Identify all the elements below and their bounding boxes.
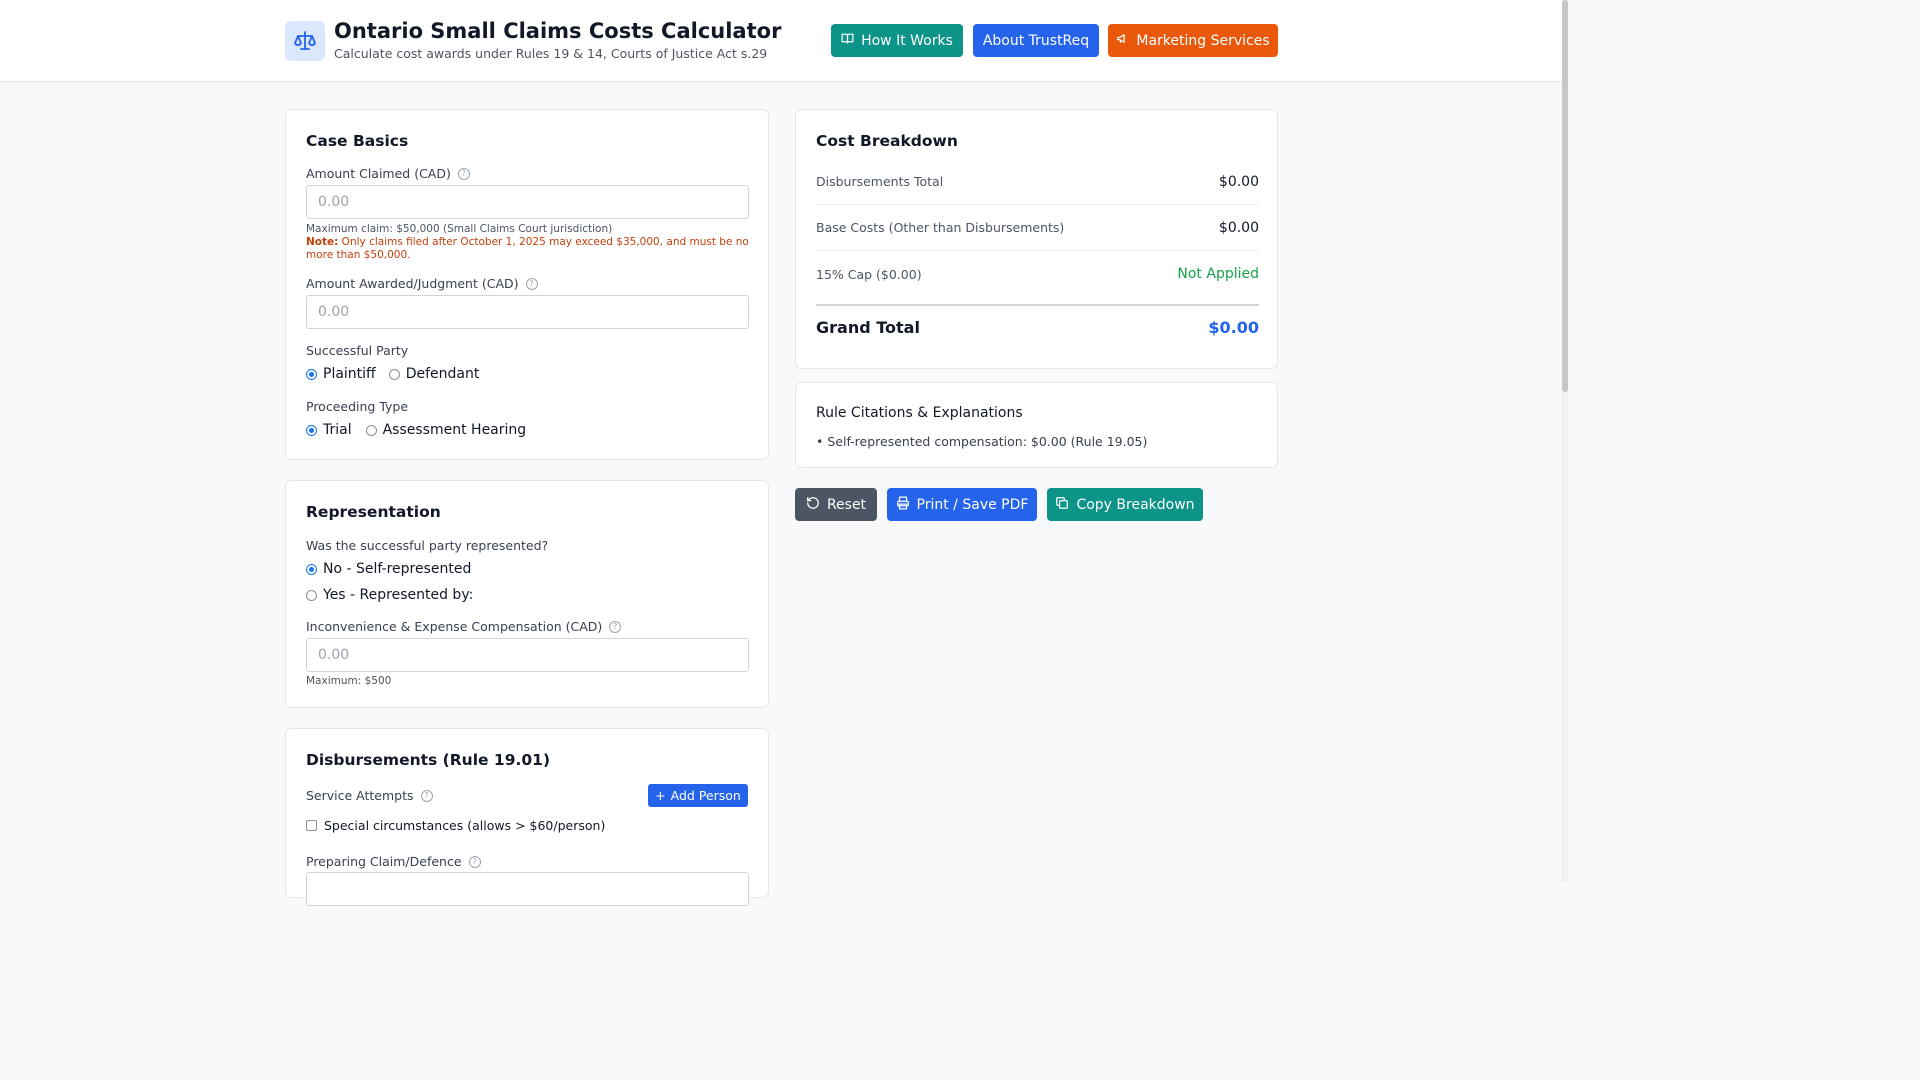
print-button[interactable]: Print / Save PDF bbox=[887, 488, 1037, 521]
about-label: About TrustReq bbox=[982, 32, 1090, 49]
preparing-claim-input[interactable] bbox=[306, 872, 749, 906]
grand-total-row: Grand Total $0.00 bbox=[816, 304, 1259, 337]
app-title: Ontario Small Claims Costs Calculator bbox=[334, 19, 782, 43]
plus-icon: + bbox=[655, 788, 666, 803]
about-button[interactable]: About TrustReq bbox=[973, 24, 1099, 57]
how-it-works-button[interactable]: How It Works bbox=[831, 24, 963, 57]
help-icon[interactable]: ? bbox=[468, 855, 481, 868]
defendant-label[interactable]: Defendant bbox=[406, 366, 480, 382]
disbursements-card: Disbursements (Rule 19.01) Service Attem… bbox=[285, 728, 769, 906]
radio-plaintiff[interactable] bbox=[306, 368, 317, 380]
disbursements-title: Disbursements (Rule 19.01) bbox=[306, 751, 551, 769]
add-person-button[interactable]: + Add Person bbox=[648, 784, 748, 807]
amount-awarded-label-text: Amount Awarded/Judgment (CAD) bbox=[306, 276, 519, 291]
reset-button[interactable]: Reset bbox=[795, 488, 877, 521]
help-icon[interactable]: ? bbox=[525, 277, 538, 290]
case-basics-title: Case Basics bbox=[306, 132, 409, 150]
trial-label[interactable]: Trial bbox=[323, 422, 352, 438]
citations-title: Rule Citations & Explanations bbox=[816, 405, 1023, 421]
breakdown-row-value: $0.00 bbox=[1218, 173, 1259, 190]
special-circumstances-option[interactable]: Special circumstances (allows > $60/pers… bbox=[306, 818, 605, 833]
reset-icon bbox=[806, 496, 820, 514]
breakdown-row: Disbursements Total $0.00 bbox=[816, 159, 1259, 205]
compensation-label-text: Inconvenience & Expense Compensation (CA… bbox=[306, 619, 603, 634]
radio-represented[interactable] bbox=[306, 589, 317, 601]
help-icon[interactable]: ? bbox=[609, 620, 622, 633]
cost-breakdown-card: Cost Breakdown Disbursements Total $0.00… bbox=[795, 109, 1278, 369]
amount-claimed-label: Amount Claimed (CAD) ? bbox=[306, 166, 470, 181]
special-circumstances-label[interactable]: Special circumstances (allows > $60/pers… bbox=[324, 818, 605, 833]
case-basics-card: Case Basics Amount Claimed (CAD) ? Maxim… bbox=[285, 109, 769, 460]
plaintiff-label[interactable]: Plaintiff bbox=[323, 366, 376, 382]
copy-icon bbox=[1055, 496, 1069, 514]
represented-question: Was the successful party represented? bbox=[306, 538, 549, 553]
breakdown-row-value: $0.00 bbox=[1218, 219, 1259, 236]
add-person-label: Add Person bbox=[670, 788, 741, 803]
compensation-label: Inconvenience & Expense Compensation (CA… bbox=[306, 619, 622, 634]
successful-party-label: Successful Party bbox=[306, 343, 409, 358]
breakdown-row-label: Disbursements Total bbox=[816, 174, 944, 189]
claim-note-text: Only claims filed after October 1, 2025 … bbox=[306, 236, 749, 261]
app-subtitle: Calculate cost awards under Rules 19 & 1… bbox=[334, 46, 768, 61]
cap-status-value: Not Applied bbox=[1177, 266, 1259, 282]
special-circumstances-checkbox[interactable] bbox=[306, 820, 317, 831]
marketing-services-label: Marketing Services bbox=[1136, 32, 1270, 49]
copy-breakdown-button[interactable]: Copy Breakdown bbox=[1047, 488, 1203, 521]
citation-item: • Self-represented compensation: $0.00 (… bbox=[816, 434, 1148, 449]
successful-party-group: Plaintiff Defendant bbox=[306, 366, 479, 382]
amount-claimed-input[interactable] bbox=[306, 185, 749, 219]
book-icon bbox=[841, 32, 854, 49]
amount-awarded-input[interactable] bbox=[306, 295, 749, 329]
cost-breakdown-title: Cost Breakdown bbox=[816, 132, 958, 150]
reset-label: Reset bbox=[826, 496, 867, 513]
citations-card: Rule Citations & Explanations • Self-rep… bbox=[795, 382, 1278, 468]
amount-claimed-label-text: Amount Claimed (CAD) bbox=[306, 166, 451, 181]
help-icon[interactable]: ? bbox=[420, 789, 433, 802]
amount-awarded-label: Amount Awarded/Judgment (CAD) ? bbox=[306, 276, 538, 291]
radio-trial[interactable] bbox=[306, 424, 317, 436]
breakdown-row-label: Base Costs (Other than Disbursements) bbox=[816, 220, 1065, 235]
claim-note: Note: Only claims filed after October 1,… bbox=[306, 236, 756, 262]
grand-total-value: $0.00 bbox=[1208, 318, 1259, 337]
print-label: Print / Save PDF bbox=[916, 496, 1029, 513]
represented-no-option[interactable]: No - Self-represented bbox=[306, 561, 471, 577]
breakdown-row: Base Costs (Other than Disbursements) $0… bbox=[816, 205, 1259, 251]
megaphone-icon bbox=[1116, 32, 1129, 49]
copy-breakdown-label: Copy Breakdown bbox=[1076, 496, 1195, 513]
self-represented-label[interactable]: No - Self-represented bbox=[323, 561, 471, 577]
proceeding-type-group: Trial Assessment Hearing bbox=[306, 422, 526, 438]
representation-card: Representation Was the successful party … bbox=[285, 480, 769, 708]
compensation-hint: Maximum: $500 bbox=[306, 675, 392, 687]
grand-total-label: Grand Total bbox=[816, 318, 920, 337]
claim-note-prefix: Note: bbox=[306, 236, 339, 248]
marketing-services-button[interactable]: Marketing Services bbox=[1108, 24, 1278, 57]
represented-label[interactable]: Yes - Represented by: bbox=[323, 587, 473, 603]
how-it-works-label: How It Works bbox=[861, 32, 953, 49]
service-attempts-label-text: Service Attempts bbox=[306, 788, 414, 803]
radio-assessment-hearing[interactable] bbox=[365, 424, 377, 436]
proceeding-type-label: Proceeding Type bbox=[306, 399, 409, 414]
preparing-claim-label: Preparing Claim/Defence ? bbox=[306, 854, 481, 869]
represented-yes-option[interactable]: Yes - Represented by: bbox=[306, 587, 473, 603]
preparing-claim-label-text: Preparing Claim/Defence bbox=[306, 854, 462, 869]
page-scrollbar[interactable] bbox=[1562, 0, 1568, 882]
breakdown-row-label: 15% Cap ($0.00) bbox=[816, 266, 922, 282]
app-header: Ontario Small Claims Costs Calculator Ca… bbox=[0, 0, 1562, 82]
breakdown-row: 15% Cap ($0.00) Not Applied bbox=[816, 251, 1259, 297]
scale-icon bbox=[285, 21, 325, 61]
radio-defendant[interactable] bbox=[388, 368, 400, 380]
scrollbar-thumb[interactable] bbox=[1562, 0, 1568, 392]
radio-self-represented[interactable] bbox=[306, 563, 317, 575]
printer-icon bbox=[896, 496, 910, 514]
service-attempts-label: Service Attempts ? bbox=[306, 788, 433, 803]
max-claim-hint: Maximum claim: $50,000 (Small Claims Cou… bbox=[306, 223, 613, 235]
assessment-hearing-label[interactable]: Assessment Hearing bbox=[383, 422, 527, 438]
help-icon[interactable]: ? bbox=[457, 167, 470, 180]
compensation-input[interactable] bbox=[306, 638, 749, 672]
representation-title: Representation bbox=[306, 503, 441, 521]
